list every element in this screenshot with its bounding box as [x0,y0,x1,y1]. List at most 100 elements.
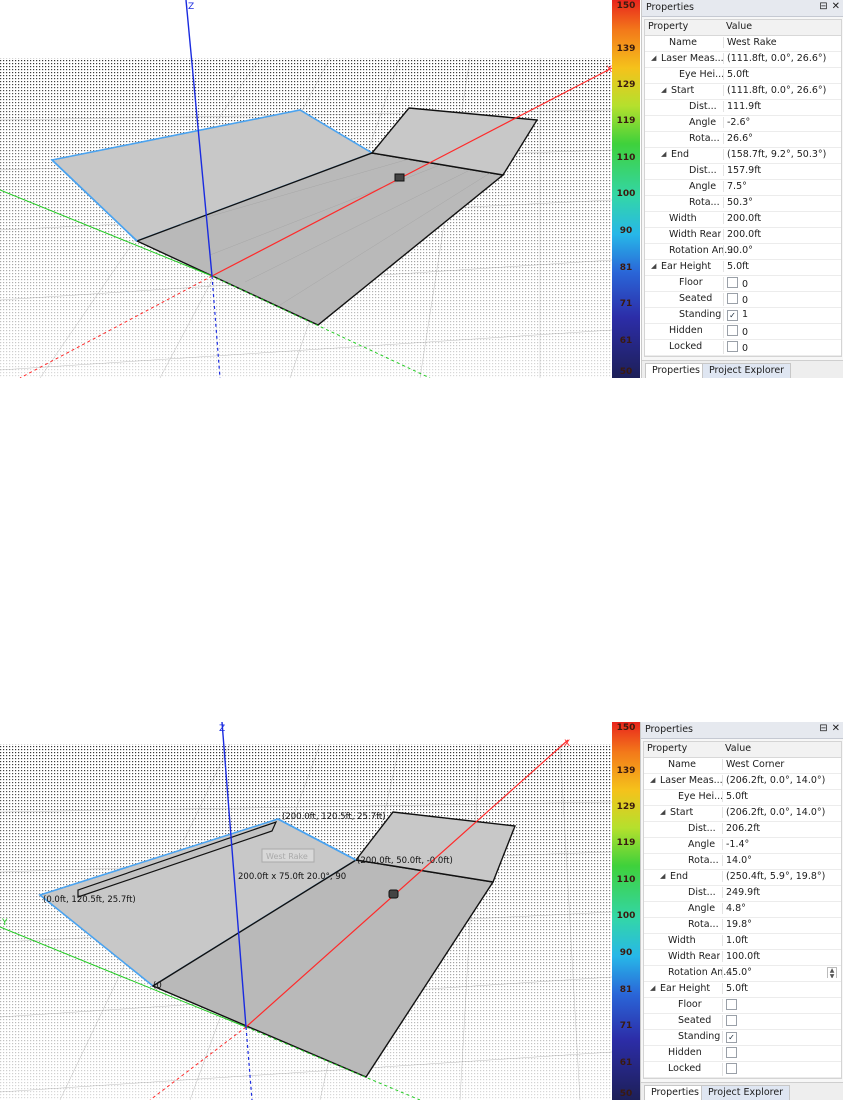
property-value[interactable]: (250.4ft, 5.9°, 19.8°) [722,871,839,882]
property-value[interactable]: 0 [723,325,839,338]
property-value[interactable]: 1.0ft [722,935,839,946]
property-row[interactable]: ◢ Ear Height 5.0ft [645,260,841,276]
property-value[interactable]: 249.9ft [722,887,839,898]
property-row[interactable]: ◢ End (158.7ft, 9.2°, 50.3°) [645,148,841,164]
scene-svg[interactable]: West Rake (200.0ft, 120.5ft, 25.7ft) (20… [0,722,612,1100]
expand-toggle-icon[interactable]: ◢ [651,54,656,62]
scene-svg[interactable]: Z X [0,0,612,378]
expand-toggle-icon[interactable]: ◢ [651,262,656,270]
property-value[interactable]: 0 [723,293,839,306]
property-row[interactable]: Angle -2.6° [645,116,841,132]
property-row[interactable]: ◢ End (250.4ft, 5.9°, 19.8°) [644,870,841,886]
property-row[interactable]: Rota... 14.0° [644,854,841,870]
property-row[interactable]: Eye Hei... 5.0ft [644,790,841,806]
property-row[interactable]: Dist... 157.9ft [645,164,841,180]
property-value[interactable]: ✓ [722,1031,839,1043]
property-row[interactable]: Width Rear 100.0ft [644,950,841,966]
property-value[interactable]: (206.2ft, 0.0°, 14.0°) [722,775,839,786]
property-row[interactable]: ◢ Ear Height 5.0ft [644,982,841,998]
property-value[interactable]: 206.2ft [722,823,839,834]
property-value[interactable] [722,1063,839,1076]
property-row[interactable]: ◢ Start (111.8ft, 0.0°, 26.6°) [645,84,841,100]
property-row[interactable]: Dist... 111.9ft [645,100,841,116]
property-value[interactable]: (206.2ft, 0.0°, 14.0°) [722,807,839,818]
property-row[interactable]: Rotation An... 90.0° [645,244,841,260]
property-value[interactable]: 200.0ft [723,213,839,224]
property-row[interactable]: Rota... 19.8° [644,918,841,934]
checkbox[interactable] [726,1063,737,1074]
property-value[interactable]: 157.9ft [723,165,839,176]
property-value[interactable]: 5.0ft [722,983,839,994]
property-value[interactable] [722,1015,839,1028]
spinner-icon[interactable]: ▲ ▼ [827,967,837,978]
property-value[interactable]: West Corner [722,759,839,770]
property-row[interactable]: Rotation An... 45.0° ▲ ▼ [644,966,841,982]
property-value[interactable]: ✓ 1 [723,309,839,321]
property-value[interactable]: 100.0ft [722,951,839,962]
property-row[interactable]: Angle -1.4° [644,838,841,854]
expand-toggle-icon[interactable]: ◢ [660,808,665,816]
expand-toggle-icon[interactable]: ◢ [650,776,655,784]
property-value[interactable]: 0 [723,341,839,354]
property-value[interactable]: 19.8° [722,919,839,930]
property-row[interactable]: Width 1.0ft [644,934,841,950]
property-value[interactable]: 200.0ft [723,229,839,240]
tab-project-explorer[interactable]: Project Explorer [702,363,792,378]
property-row[interactable]: Hidden 0 [645,324,841,340]
close-icon[interactable]: ✕ [832,1,840,12]
checkbox[interactable]: ✓ [727,310,738,321]
property-row[interactable]: Angle 7.5° [645,180,841,196]
property-row[interactable]: Seated 0 [645,292,841,308]
tab-project-explorer[interactable]: Project Explorer [701,1085,791,1100]
property-row[interactable]: Locked 0 [645,340,841,356]
property-value[interactable]: 5.0ft [723,261,839,272]
close-icon[interactable]: ✕ [832,723,840,734]
property-value[interactable]: West Rake [723,37,839,48]
checkbox[interactable] [726,1047,737,1058]
tab-properties[interactable]: Properties [645,363,708,378]
property-row[interactable]: Name West Rake [645,36,841,52]
property-row[interactable]: Hidden [644,1046,841,1062]
expand-toggle-icon[interactable]: ◢ [661,86,666,94]
property-value[interactable]: 5.0ft [723,69,839,80]
property-value[interactable]: 45.0° ▲ ▼ [722,967,839,978]
checkbox[interactable] [727,341,738,352]
property-row[interactable]: Name West Corner [644,758,841,774]
property-value[interactable]: (111.8ft, 0.0°, 26.6°) [723,53,839,64]
property-value[interactable]: 0 [723,277,839,290]
checkbox[interactable]: ✓ [726,1032,737,1043]
laser-source-marker[interactable] [394,173,405,182]
checkbox[interactable] [727,293,738,304]
property-row[interactable]: ◢ Start (206.2ft, 0.0°, 14.0°) [644,806,841,822]
property-value[interactable]: (158.7ft, 9.2°, 50.3°) [723,149,839,160]
property-row[interactable]: Eye Hei... 5.0ft [645,68,841,84]
property-value[interactable]: 50.3° [723,197,839,208]
property-value[interactable]: 4.8° [722,903,839,914]
property-row[interactable]: Standing ✓ [644,1030,841,1046]
property-value[interactable]: -2.6° [723,117,839,128]
property-value[interactable]: 7.5° [723,181,839,192]
property-row[interactable]: Seated [644,1014,841,1030]
property-row[interactable]: Width Rear 200.0ft [645,228,841,244]
3d-viewport[interactable]: West Rake (200.0ft, 120.5ft, 25.7ft) (20… [0,722,612,1100]
property-value[interactable]: (111.8ft, 0.0°, 26.6°) [723,85,839,96]
tab-properties[interactable]: Properties [644,1085,707,1100]
property-row[interactable]: Floor [644,998,841,1014]
property-row[interactable]: Floor 0 [645,276,841,292]
property-row[interactable]: ◢ Laser Meas... (206.2ft, 0.0°, 14.0°) [644,774,841,790]
checkbox[interactable] [726,999,737,1010]
laser-source-marker[interactable] [388,889,399,899]
checkbox[interactable] [726,1015,737,1026]
checkbox[interactable] [727,277,738,288]
property-row[interactable]: Width 200.0ft [645,212,841,228]
pin-icon[interactable]: ⊟ [819,723,827,734]
property-row[interactable]: Dist... 249.9ft [644,886,841,902]
3d-viewport[interactable]: Z X [0,0,612,378]
property-value[interactable] [722,999,839,1012]
checkbox[interactable] [727,325,738,336]
property-row[interactable]: Locked [644,1062,841,1078]
pin-icon[interactable]: ⊟ [819,1,827,12]
property-value[interactable]: 14.0° [722,855,839,866]
property-row[interactable]: Rota... 26.6° [645,132,841,148]
expand-toggle-icon[interactable]: ◢ [650,984,655,992]
